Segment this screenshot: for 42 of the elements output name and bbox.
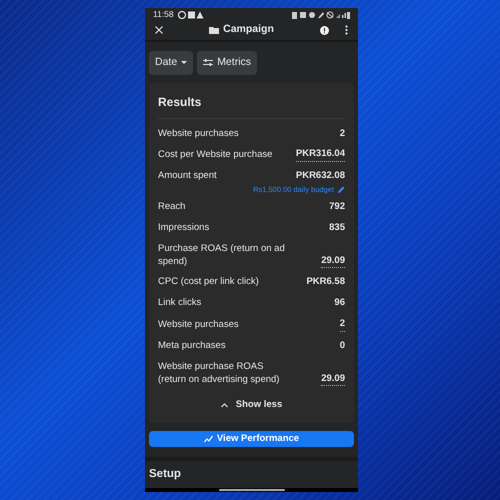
- close-icon[interactable]: [155, 26, 163, 34]
- metric-label: Cost per Website purchase: [158, 149, 272, 162]
- metric-value: PKR632.08: [296, 170, 345, 183]
- metrics-button[interactable]: Metrics: [197, 50, 258, 75]
- metric-value: 835: [329, 222, 345, 235]
- metric-value: 2: [340, 128, 345, 140]
- more-icon[interactable]: [344, 25, 348, 36]
- metric-value: 0: [340, 340, 345, 353]
- trend-icon: [204, 434, 213, 443]
- metric-label: CPC (cost per link click): [158, 276, 259, 290]
- show-less-toggle[interactable]: Show less: [220, 390, 282, 419]
- section-heading: Results: [158, 94, 202, 109]
- metric-label: Website purchases: [158, 128, 239, 140]
- metric-label: Reach: [158, 201, 186, 214]
- metric-value: 29.09: [321, 372, 345, 386]
- pencil-icon: [338, 186, 345, 194]
- chevron-up-icon: [220, 402, 228, 408]
- sliders-icon: [203, 59, 214, 66]
- status-icons-drawing: [178, 10, 204, 19]
- metric-value: 96: [334, 297, 345, 310]
- status-icons-drawing: [292, 10, 350, 19]
- info-icon[interactable]: [320, 26, 329, 35]
- metric-value: 792: [329, 201, 345, 214]
- metric-value: PKR6.58: [306, 276, 345, 290]
- section-heading: Setup: [149, 468, 181, 480]
- metric-label: Purchase ROAS (return on ad spend): [158, 242, 286, 268]
- metric-label: Link clicks: [158, 297, 202, 310]
- screen-title: Campaign: [223, 22, 274, 38]
- metric-label: Amount spent: [158, 170, 217, 183]
- caret-icon: [181, 61, 188, 64]
- folder-icon: [209, 26, 220, 34]
- home-indicator[interactable]: [218, 489, 284, 492]
- metric-label: Website purchase ROAS (return on advertising spend): [158, 360, 280, 386]
- metric-value: PKR316.04: [296, 148, 345, 162]
- metric-label: Meta purchases: [158, 340, 226, 353]
- metric-value: 2: [340, 318, 345, 332]
- metric-value: 29.09: [321, 254, 345, 268]
- clock-time: 11:58: [153, 8, 174, 21]
- metric-label: Website purchases: [158, 319, 239, 332]
- view-performance-button[interactable]: View Performance: [149, 430, 354, 447]
- date-dropdown[interactable]: Date: [149, 50, 194, 75]
- metric-label: Impressions: [158, 222, 210, 235]
